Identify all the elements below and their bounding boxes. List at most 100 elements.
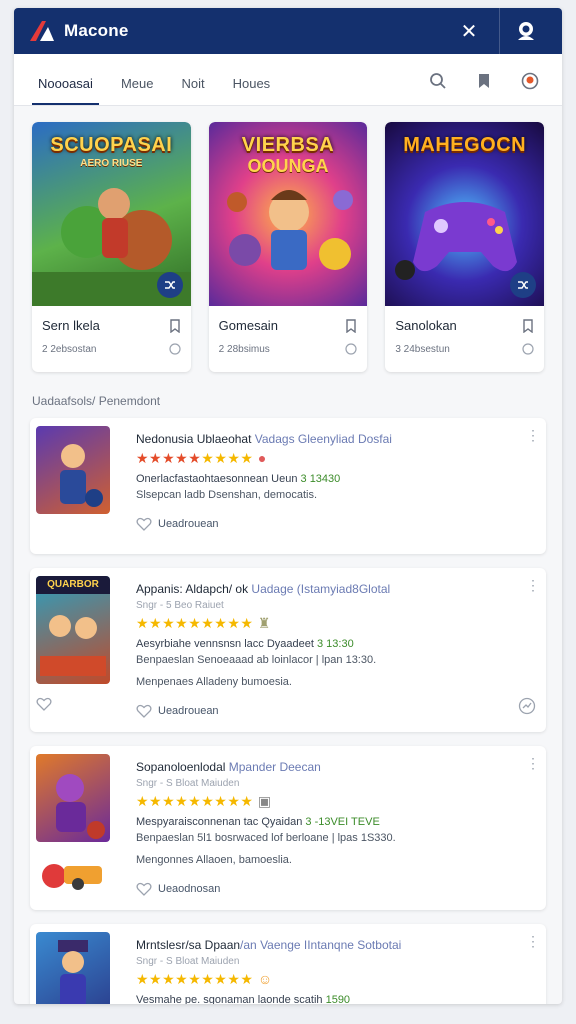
shuffle-icon[interactable] [156,272,183,298]
featured-card[interactable]: SCUOPASAI AERO RIUSE Sern lkela 2 2ebsos… [32,122,191,372]
featured-row: SCUOPASAI AERO RIUSE Sern lkela 2 2ebsos… [14,106,562,372]
bookmark-icon[interactable] [470,67,498,95]
tab-home[interactable]: Noooasai [32,76,99,105]
item-description-2: Slsepcan ladb Dsenshan, democatis. [136,489,317,501]
tab-bar: Noooasai Meue Noit Houes [14,54,562,106]
camera-icon: ▣ [257,793,272,809]
featured-meta: 2 2ebsostan [42,343,97,355]
item-tagline: Uadage (Istamyiad8Glotal [251,582,391,596]
rating-stars-gold: ★★★★★★★★★ [136,793,254,809]
rating-stars-gold: ★★★★ [201,450,254,466]
item-thumbnail [36,754,110,842]
close-icon[interactable]: ✕ [451,19,487,44]
item-price: 3 13430 [300,473,341,485]
item-description-3: Mengonnes Allaoen, bamoeslia. [136,854,292,866]
bookmark-icon[interactable] [345,318,357,333]
info-icon[interactable] [169,343,181,355]
rating-stars-gold: ★★★★★★★★★ [136,971,254,987]
featured-art-subtitle: OOUNGA [247,156,329,176]
section-label: Uadaafsols/ Penemdont [32,394,161,408]
featured-art-title: VIERBSA [241,134,335,156]
item-action[interactable]: Ueadrouean [158,518,219,530]
item-title: Nedonusia Ublaeohat [136,432,255,446]
item-title: Mrntslesr/sa Dpaan [136,938,241,952]
info-icon[interactable] [522,343,534,355]
bookmark-icon[interactable] [522,318,534,333]
app-window: Macone ✕ Noooasai Meue Noit Houes SCUOPA… [14,8,562,1004]
item-thumbnail [36,932,110,1004]
item-price: 1590 [325,994,351,1004]
app-logo[interactable]: Macone [28,19,129,43]
heart-icon[interactable] [136,882,152,896]
tab-new[interactable]: Noit [175,76,210,105]
thumb-title: QUARBOR [47,579,99,590]
item-title: Appanis: Aldapch/ ok [136,582,252,596]
notification-icon[interactable] [516,67,544,95]
tab-menu[interactable]: Meue [115,76,160,105]
list-item[interactable]: Nedonusia Ublaeohat Vadags Gleenyliad Do… [30,418,546,554]
featured-art: MAHEGOCN [385,122,545,306]
featured-name: Sanolokan [395,318,457,333]
item-title: Sopanoloenlodal [136,760,229,774]
featured-meta: 3 24bsestun [395,343,450,355]
featured-art-title: MAHEGOCN [403,134,527,156]
item-tagline: /an Vaenge IIntanqne Sotbotai [240,938,402,952]
more-options-icon[interactable]: ⋮ [526,934,540,948]
featured-name: Gomesain [218,318,278,333]
logo-mark-icon [28,19,58,43]
item-tagline: Vadags Gleenyliad Dosfai [254,432,392,446]
featured-art: SCUOPASAI AERO RIUSE [32,122,191,306]
rating-stars-gold: ★★★★★★★★★ [136,615,254,631]
more-options-icon[interactable]: ⋮ [526,756,540,770]
item-sticker-art [38,854,108,894]
item-thumbnail [36,426,110,514]
bookmark-icon[interactable] [169,318,181,333]
item-description: Vesmahe pe. sgonaman laonde scatih [136,994,326,1004]
item-description-2: Benpaeslan 5l1 bosrwaced lof berloane | … [136,832,396,844]
topbar-divider [499,8,500,54]
item-thumbnail: QUARBOR [36,576,110,684]
featured-art: VIERBSA OOUNGA [208,122,368,306]
rating-stars-red: ★★★★★ [136,450,202,466]
heart-badge-icon: ● [257,450,267,466]
info-icon[interactable] [345,343,357,355]
item-description: Onerlacfastaohtaesonnean Ueun [136,473,301,485]
featured-card[interactable]: VIERBSA OOUNGA Gomesain 2 28bsimus [208,122,368,372]
rating-stars: ★★★★★★★★★ ☺ [136,971,538,988]
rating-stars: ★★★★★★★★★ ♜ [136,615,538,632]
item-subtitle: Sngr - S Bloat Maiuden [136,778,240,789]
search-icon[interactable] [424,67,452,95]
item-action[interactable]: Ueaodnosan [158,883,220,895]
rating-stars: ★★★★★★★★★ ● [136,450,538,467]
item-description-2: Benpaeslan Senoeaaad ab loinlacor | lpan… [136,654,377,666]
list-item[interactable]: Sopanoloenlodal Mpander Deecan Sngr - S … [30,746,546,910]
heart-icon[interactable] [136,517,152,531]
profile-icon [518,22,534,40]
item-subtitle: Sngr - S Bloat Maiuden [136,956,240,967]
award-icon: ♜ [257,615,271,631]
list-item[interactable]: QUARBOR Appanis: Aldapch/ ok Uadage (Ist… [30,568,546,732]
shuffle-icon[interactable] [510,272,537,298]
heart-icon[interactable] [136,704,152,718]
game-list: Nedonusia Ublaeohat Vadags Gleenyliad Do… [14,418,562,1004]
featured-art-subtitle: AERO RIUSE [80,158,143,169]
smiley-icon: ☺ [257,971,273,987]
featured-art-title: SCUOPASAI [50,134,173,156]
heart-icon[interactable] [36,697,52,716]
item-subtitle: Sngr - 5 Beo Raiuet [136,600,224,611]
more-options-icon[interactable]: ⋮ [526,578,540,592]
list-item[interactable]: Mrntslesr/sa Dpaan/an Vaenge IIntanqne S… [30,924,546,1004]
item-description: Mespyaraisconnenan tac Qyaidan [136,816,306,828]
item-description: Aesyrbiahe vennsnsn lacc Dyaadeet [136,638,317,650]
rating-stars: ★★★★★★★★★ ▣ [136,793,538,810]
tab-houses[interactable]: Houes [227,76,277,105]
top-bar: Macone ✕ [14,8,562,54]
featured-card[interactable]: MAHEGOCN Sanolokan 3 24bsestun [385,122,545,372]
item-description-3: Menpenaes Alladeny bumoesia. [136,676,292,688]
more-options-icon[interactable]: ⋮ [526,428,540,442]
item-action[interactable]: Ueadrouean [158,705,219,717]
featured-name: Sern lkela [42,318,100,333]
item-price: 3 13:30 [317,638,354,650]
profile-button[interactable] [504,20,548,42]
share-icon[interactable] [518,697,536,720]
